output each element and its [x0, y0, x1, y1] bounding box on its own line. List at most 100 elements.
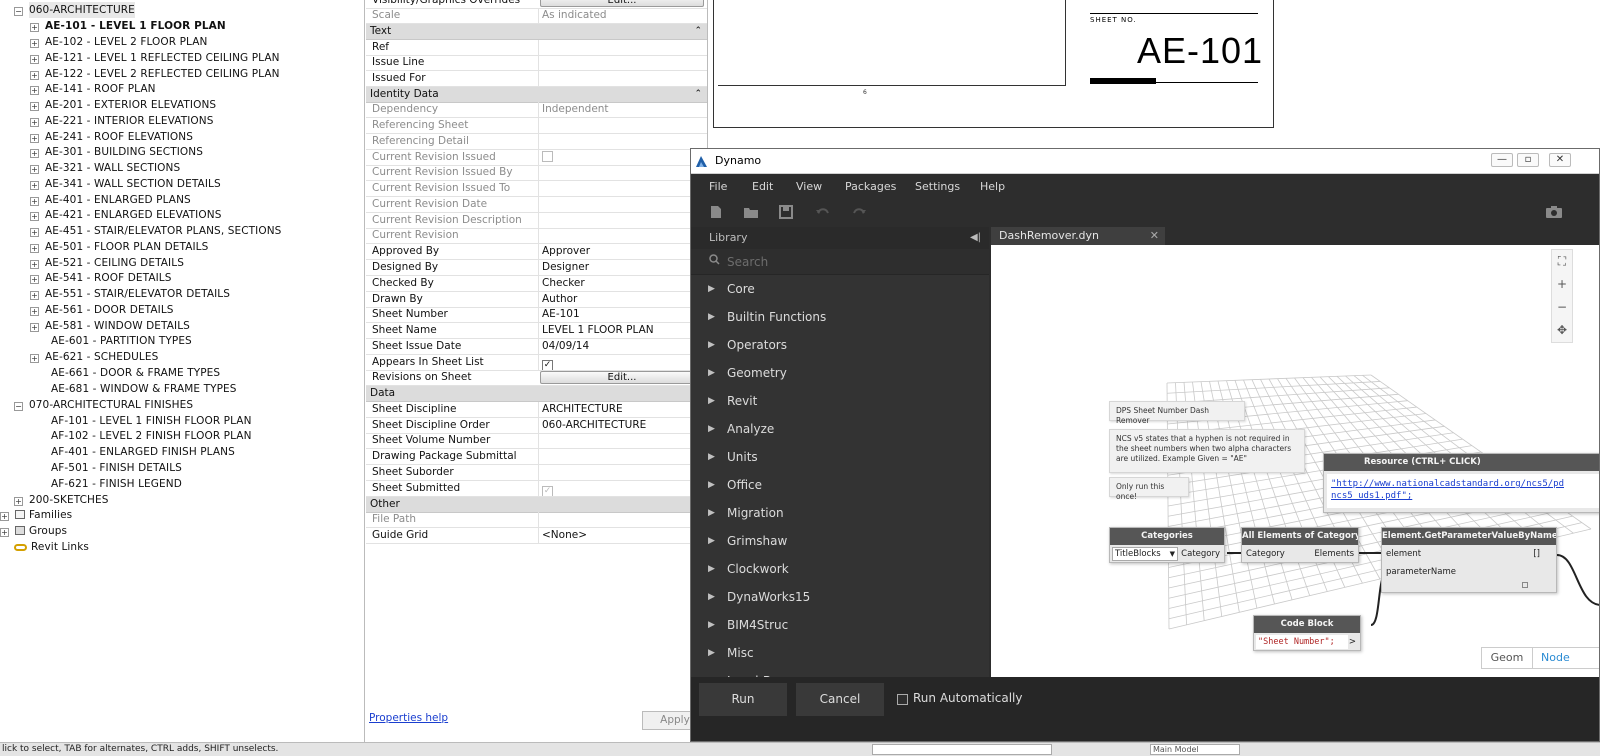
- note-description[interactable]: NCS v5 states that a hyphen is not requi…: [1109, 429, 1305, 473]
- tree-item[interactable]: + AE-621 - SCHEDULES: [30, 349, 158, 365]
- zoom-to-fit-icon[interactable]: ⛶: [1552, 250, 1572, 273]
- expand-icon[interactable]: +: [30, 165, 39, 174]
- property-value[interactable]: [538, 40, 706, 55]
- cancel-button[interactable]: Cancel: [796, 683, 884, 716]
- property-value[interactable]: Approver: [538, 244, 706, 259]
- tree-item[interactable]: + AE-121 - LEVEL 1 REFLECTED CEILING PLAN: [30, 50, 280, 66]
- resource-url-line1[interactable]: "http://www.nationalcadstandard.org/ncs5…: [1331, 479, 1564, 489]
- code-block-text[interactable]: "Sheet Number";: [1256, 635, 1348, 649]
- tree-item[interactable]: + AE-201 - EXTERIOR ELEVATIONS: [30, 97, 216, 113]
- properties-group-header[interactable]: Text ⌃: [366, 24, 707, 40]
- tree-item[interactable]: AF-401 - ENLARGED FINISH PLANS: [51, 444, 235, 460]
- node-code-block[interactable]: Code Block "Sheet Number"; >: [1253, 615, 1361, 651]
- expand-icon[interactable]: +: [0, 528, 9, 537]
- property-value[interactable]: ARCHITECTURE: [538, 402, 706, 417]
- library-category[interactable]: ▶ Units: [691, 443, 989, 471]
- library-category[interactable]: ▶ Builtin Functions: [691, 303, 989, 331]
- tree-item[interactable]: + AE-521 - CEILING DETAILS: [30, 255, 184, 271]
- camera-icon[interactable]: [1545, 205, 1563, 219]
- expand-icon[interactable]: +: [30, 228, 39, 237]
- graph-workspace[interactable]: DPS Sheet Number Dash Remover NCS v5 sta…: [991, 245, 1599, 677]
- library-category[interactable]: ▶ Grimshaw: [691, 527, 989, 555]
- maximize-button[interactable]: ▫: [1517, 153, 1539, 167]
- property-value[interactable]: [538, 465, 706, 480]
- property-value[interactable]: Designer: [538, 260, 706, 275]
- tree-item[interactable]: +200-SKETCHES: [14, 492, 109, 508]
- library-search-input[interactable]: Search: [691, 249, 989, 275]
- expand-icon[interactable]: +: [30, 23, 39, 32]
- tree-item[interactable]: + AE-241 - ROOF ELEVATIONS: [30, 129, 193, 145]
- expand-icon[interactable]: +: [30, 244, 39, 253]
- pan-icon[interactable]: ✥: [1552, 319, 1572, 342]
- status-model-field[interactable]: Main Model: [1150, 744, 1240, 755]
- status-workset-field[interactable]: [872, 744, 1052, 755]
- tree-item[interactable]: −060-ARCHITECTURE: [14, 2, 135, 18]
- input-port-parameter-name[interactable]: parameterName: [1386, 565, 1456, 580]
- library-category[interactable]: ▶ Revit: [691, 387, 989, 415]
- tree-item[interactable]: + AE-102 - LEVEL 2 FLOOR PLAN: [30, 34, 207, 50]
- expand-icon[interactable]: +: [30, 71, 39, 80]
- library-category[interactable]: ▶ Operators: [691, 331, 989, 359]
- library-category[interactable]: ▶ BIM4Struc: [691, 611, 989, 639]
- collapse-group-icon[interactable]: ⌃: [694, 87, 702, 102]
- expand-icon[interactable]: +: [30, 149, 39, 158]
- tree-item[interactable]: + AE-141 - ROOF PLAN: [30, 81, 156, 97]
- collapse-library-icon[interactable]: ◀|: [970, 227, 981, 249]
- property-value[interactable]: AE-101: [538, 307, 706, 322]
- node-categories[interactable]: Categories TitleBlocks ▼ Category: [1109, 527, 1225, 563]
- expand-icon[interactable]: +: [30, 86, 39, 95]
- geometry-view-button[interactable]: Geom: [1482, 648, 1532, 668]
- properties-group-header[interactable]: Other⌃: [366, 497, 707, 513]
- expand-icon[interactable]: +: [14, 497, 23, 506]
- tree-item[interactable]: + AE-451 - STAIR/ELEVATOR PLANS, SECTIONS: [30, 223, 281, 239]
- zoom-in-icon[interactable]: +: [1552, 273, 1572, 296]
- expand-icon[interactable]: +: [30, 181, 39, 190]
- tree-item[interactable]: AF-501 - FINISH DETAILS: [51, 460, 182, 476]
- collapse-icon[interactable]: −: [14, 402, 23, 411]
- preview-toggle-icon[interactable]: [1522, 582, 1528, 588]
- tree-item[interactable]: + AE-541 - ROOF DETAILS: [30, 270, 172, 286]
- run-button[interactable]: Run: [699, 683, 787, 716]
- expand-icon[interactable]: +: [30, 39, 39, 48]
- zoom-out-icon[interactable]: −: [1552, 296, 1572, 319]
- library-category[interactable]: ▶ Office: [691, 471, 989, 499]
- close-button[interactable]: ✕: [1549, 153, 1571, 167]
- property-value[interactable]: <None>: [538, 528, 706, 543]
- new-file-icon[interactable]: [709, 205, 723, 219]
- property-value[interactable]: [538, 449, 706, 464]
- tree-item[interactable]: + AE-101 - LEVEL 1 FLOOR PLAN: [30, 18, 226, 34]
- tree-item[interactable]: AE-661 - DOOR & FRAME TYPES: [51, 365, 220, 381]
- library-category[interactable]: ▶ Misc: [691, 639, 989, 667]
- menu-packages[interactable]: Packages: [845, 180, 896, 193]
- resource-url-line2[interactable]: ncs5_uds1.pdf";: [1331, 491, 1412, 501]
- properties-help-link[interactable]: Properties help: [369, 712, 448, 724]
- library-category[interactable]: ▶ Analyze: [691, 415, 989, 443]
- open-file-icon[interactable]: [743, 205, 758, 219]
- tree-item[interactable]: + AE-301 - BUILDING SECTIONS: [30, 144, 203, 160]
- property-value[interactable]: 04/09/14: [538, 339, 706, 354]
- tree-item[interactable]: −070-ARCHITECTURAL FINISHES: [14, 397, 193, 413]
- expand-icon[interactable]: +: [30, 55, 39, 64]
- properties-group-header[interactable]: Identity Data ⌃: [366, 87, 707, 103]
- menu-file[interactable]: File: [709, 180, 727, 193]
- property-value[interactable]: Checker: [538, 276, 706, 291]
- expand-icon[interactable]: +: [30, 134, 39, 143]
- input-port-element[interactable]: element: [1386, 547, 1421, 562]
- expand-icon[interactable]: +: [30, 118, 39, 127]
- tree-item[interactable]: + AE-561 - DOOR DETAILS: [30, 302, 174, 318]
- tree-item[interactable]: + AE-421 - ENLARGED ELEVATIONS: [30, 207, 221, 223]
- property-value[interactable]: LEVEL 1 FLOOR PLAN: [538, 323, 706, 338]
- tree-item[interactable]: + AE-321 - WALL SECTIONS: [30, 160, 180, 176]
- minimize-button[interactable]: —: [1491, 153, 1513, 167]
- expand-icon[interactable]: +: [30, 212, 39, 221]
- expand-icon[interactable]: +: [30, 260, 39, 269]
- property-value[interactable]: Author: [538, 292, 706, 307]
- resource-code[interactable]: "http://www.nationalcadstandard.org/ncs5…: [1327, 474, 1599, 508]
- tree-item[interactable]: + AE-551 - STAIR/ELEVATOR DETAILS: [30, 286, 230, 302]
- properties-group-header[interactable]: Data⌃: [366, 386, 707, 402]
- property-checkbox[interactable]: ✓: [542, 360, 553, 370]
- undo-icon[interactable]: [815, 205, 829, 219]
- expand-icon[interactable]: +: [30, 354, 39, 363]
- category-dropdown[interactable]: TitleBlocks ▼: [1112, 547, 1178, 561]
- expand-icon[interactable]: +: [0, 512, 9, 521]
